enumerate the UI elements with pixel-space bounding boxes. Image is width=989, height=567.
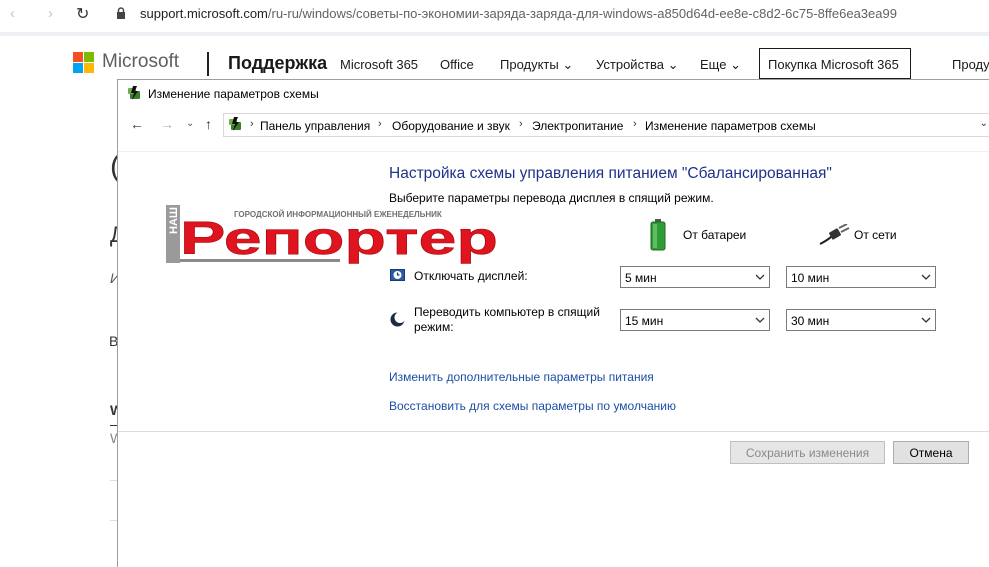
power-plug-icon <box>819 224 850 245</box>
lock-icon[interactable] <box>116 7 126 19</box>
breadcrumb[interactable]: › Панель управления › Оборудование и зву… <box>223 113 989 137</box>
power-options-icon <box>128 86 140 100</box>
nav-devices-label: Устройства <box>596 57 665 72</box>
breadcrumb-item[interactable]: Изменение параметров схемы <box>645 119 816 133</box>
breadcrumb-separator-icon: › <box>250 118 254 130</box>
sleep-moon-icon <box>390 312 405 327</box>
select-value: 5 мин <box>625 271 657 285</box>
reporter-watermark-logo: НАШ ГОРОДСКОЙ ИНФОРМАЦИОННЫЙ ЕЖЕНЕДЕЛЬНИ… <box>166 205 498 264</box>
microsoft-logo-icon[interactable] <box>73 52 95 74</box>
advanced-power-settings-link[interactable]: Изменить дополнительные параметры питани… <box>389 370 654 384</box>
url-path: /ru-ru/windows/советы-по-экономии-заряда… <box>267 6 897 21</box>
display-plugged-select[interactable]: 10 мин <box>786 266 936 288</box>
select-value: 30 мин <box>791 314 830 328</box>
support-title[interactable]: Поддержка <box>228 53 327 74</box>
explorer-navbar: ← → ⌄ ↑ › Панель управления › Оборудован… <box>118 108 989 142</box>
back-arrow-icon[interactable]: ← <box>130 116 144 132</box>
dialog-title: Изменение параметров схемы <box>148 87 319 101</box>
battery-icon <box>650 219 666 251</box>
setting-label-display: Отключать дисплей: <box>414 269 528 283</box>
forward-arrow-icon[interactable]: › <box>48 5 53 22</box>
up-arrow-icon[interactable]: ↑ <box>205 116 212 132</box>
watermark-big-word: Репортер <box>180 212 498 264</box>
buy-microsoft-365-button[interactable]: Покупка Microsoft 365 <box>759 48 911 79</box>
column-plugged-in: От сети <box>854 228 897 242</box>
chevron-down-icon: ⌄ <box>562 57 574 72</box>
chevron-down-icon <box>921 317 931 323</box>
nav-office[interactable]: Office <box>440 57 474 72</box>
sleep-plugged-select[interactable]: 30 мин <box>786 309 936 331</box>
power-options-icon <box>229 117 241 131</box>
recent-dropdown-icon[interactable]: ⌄ <box>186 118 194 129</box>
setting-label-sleep: Переводить компьютер в спящий режим: <box>414 305 600 334</box>
chevron-down-icon <box>755 274 765 280</box>
cancel-button[interactable]: Отмена <box>893 441 969 464</box>
reload-icon[interactable]: ↻ <box>76 4 89 24</box>
nav-devices[interactable]: Устройства ⌄ <box>596 57 679 73</box>
chevron-down-icon[interactable]: ⌄ <box>980 118 988 129</box>
forward-arrow-icon[interactable]: → <box>160 116 174 132</box>
dialog-titlebar[interactable]: Изменение параметров схемы <box>118 80 989 108</box>
brand-name[interactable]: Microsoft <box>102 51 179 73</box>
nav-microsoft-365[interactable]: Microsoft 365 <box>340 57 418 72</box>
power-plan-dialog: Изменение параметров схемы ← → ⌄ ↑ › Пан… <box>117 79 989 567</box>
breadcrumb-item[interactable]: Электропитание <box>532 119 623 133</box>
chevron-down-icon: ⌄ <box>730 57 741 72</box>
display-battery-select[interactable]: 5 мин <box>620 266 770 288</box>
nav-more-label: Еще <box>700 57 727 72</box>
breadcrumb-item[interactable]: Панель управления <box>260 119 370 133</box>
nav-more[interactable]: Еще ⌄ <box>700 57 741 73</box>
breadcrumb-separator-icon[interactable]: › <box>378 118 382 130</box>
toolbar-divider <box>0 32 989 36</box>
restore-defaults-link[interactable]: Восстановить для схемы параметры по умол… <box>389 399 676 413</box>
breadcrumb-separator-icon[interactable]: › <box>519 118 523 130</box>
browser-toolbar: ‹ › ↻ support.microsoft.com/ru-ru/window… <box>0 0 989 30</box>
page-title: Настройка схемы управления питанием "Сба… <box>389 165 832 182</box>
breadcrumb-separator-icon[interactable]: › <box>633 118 637 130</box>
display-timer-icon <box>390 269 405 281</box>
url-domain: support.microsoft.com <box>140 6 268 21</box>
address-bar[interactable]: support.microsoft.com/ru-ru/windows/сове… <box>140 6 897 21</box>
page-subtitle: Выберите параметры перевода дисплея в сп… <box>389 191 714 205</box>
chevron-down-icon <box>921 274 931 280</box>
watermark-small-word: НАШ <box>168 207 180 234</box>
header-separator <box>207 52 209 76</box>
column-on-battery: От батареи <box>683 228 747 242</box>
sleep-battery-select[interactable]: 15 мин <box>620 309 770 331</box>
chevron-down-icon <box>755 317 765 323</box>
select-value: 10 мин <box>791 271 830 285</box>
save-changes-button[interactable]: Сохранить изменения <box>730 441 885 464</box>
select-value: 15 мин <box>625 314 664 328</box>
back-arrow-icon[interactable]: ‹ <box>10 5 15 22</box>
navbar-divider <box>118 151 989 152</box>
footer-divider <box>118 431 989 432</box>
chevron-down-icon: ⌄ <box>667 57 679 72</box>
nav-products-cut[interactable]: Проду <box>952 57 989 72</box>
nav-products[interactable]: Продукты ⌄ <box>500 57 573 73</box>
nav-products-label: Продукты <box>500 57 559 72</box>
breadcrumb-item[interactable]: Оборудование и звук <box>392 119 510 133</box>
